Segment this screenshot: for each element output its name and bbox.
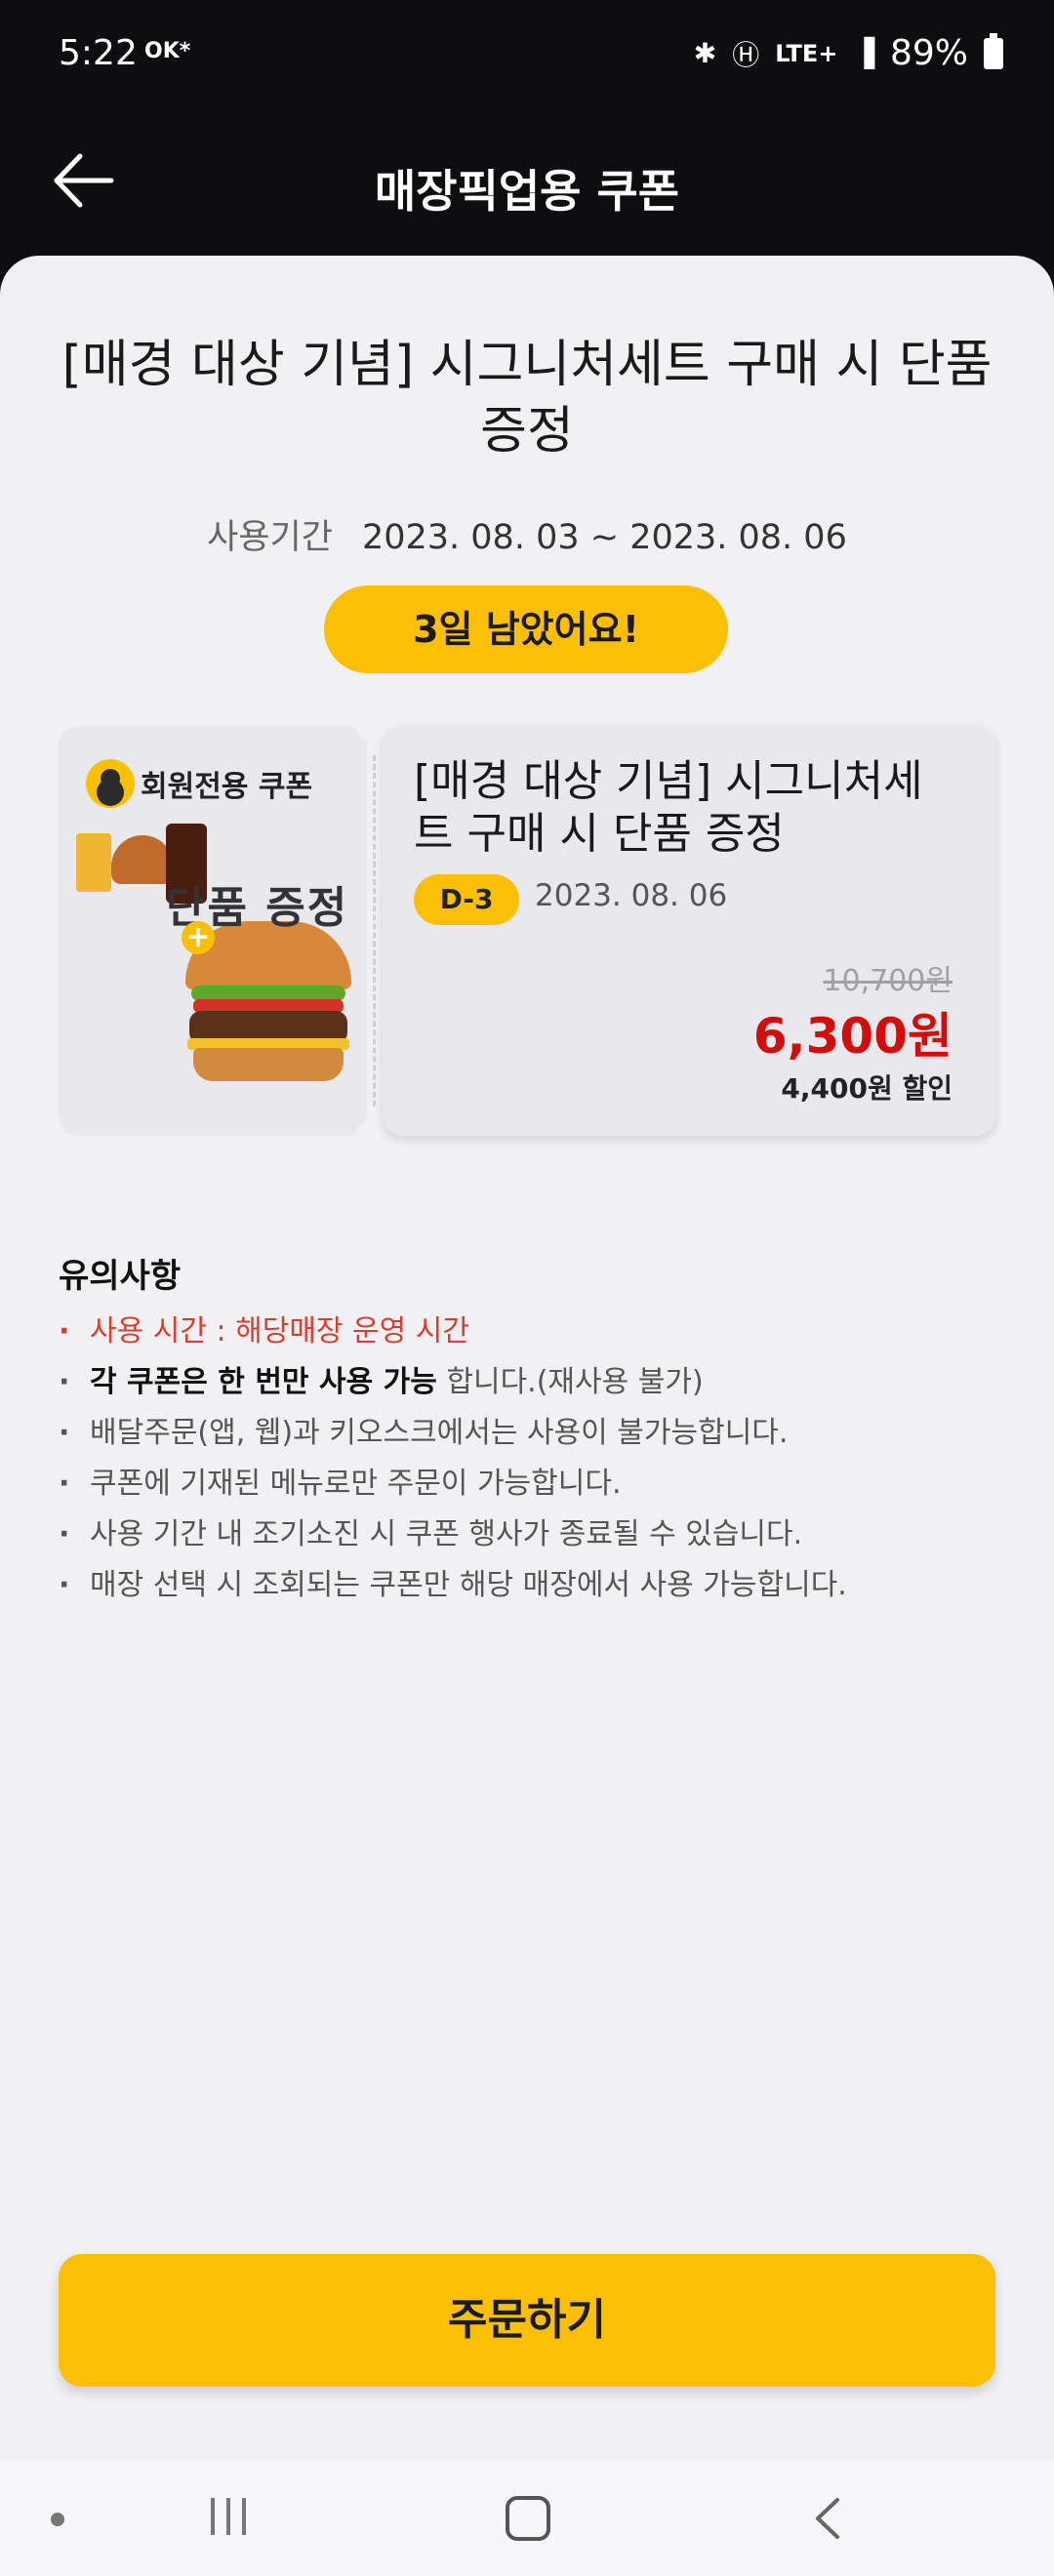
discount-amount: 4,400원 할인 <box>781 1072 953 1105</box>
bluetooth-icon: ✱ <box>693 37 717 69</box>
battery-icon <box>984 32 1003 69</box>
page-title: 매장픽업용 쿠폰 <box>374 165 680 218</box>
coupon-ticket[interactable]: 회원전용 쿠폰 단품 증정 + [매경 대상 기념] 시그니처세트 구매 시 단… <box>59 710 995 1151</box>
note-item: 사용 기간 내 조기소진 시 쿠폰 행사가 종료될 수 있습니다. <box>59 1509 995 1560</box>
sale-price: 6,300원 <box>752 1008 953 1065</box>
usage-period-value: 2023. 08. 03 ~ 2023. 08. 06 <box>361 518 847 557</box>
coupon-image-panel: 회원전용 쿠폰 단품 증정 + <box>59 726 367 1136</box>
notes-title: 유의사항 <box>59 1257 182 1296</box>
dday-badge: D-3 <box>414 874 519 925</box>
battery-percent: 89% <box>889 33 968 73</box>
ticket-divider <box>373 755 376 1107</box>
signal-icon: ▐ <box>853 37 874 69</box>
coupon-info-panel: [매경 대상 기념] 시그니처세트 구매 시 단품 증정 D-3 2023. 0… <box>383 726 995 1136</box>
usage-period: 사용기간 2023. 08. 03 ~ 2023. 08. 06 <box>0 509 1054 559</box>
status-icons: ✱ Ⓗ LTE+ ▐ 89% <box>693 32 1003 73</box>
system-nav-bar <box>0 2461 1054 2576</box>
plus-icon: + <box>182 921 215 954</box>
coupon-name: [매경 대상 기념] 시그니처세트 구매 시 단품 증정 <box>414 756 923 859</box>
hd-icon: Ⓗ <box>732 38 760 71</box>
member-only-label: 회원전용 쿠폰 <box>141 770 313 804</box>
member-only-badge: 회원전용 쿠폰 <box>86 759 312 808</box>
status-time: 5:22 <box>59 33 138 73</box>
network-label: LTE+ <box>775 39 838 67</box>
original-price: 10,700원 <box>823 964 953 998</box>
recent-apps-icon[interactable] <box>209 2498 248 2537</box>
carrier-label: OK* <box>144 39 191 63</box>
note-item: 배달주문(앱, 웹)과 키오스크에서는 사용이 불가능합니다. <box>59 1408 995 1459</box>
fries-image <box>76 833 111 892</box>
nav-back-icon[interactable] <box>808 2494 847 2543</box>
notes-section: 유의사항 사용 시간 : 해당매장 운영 시간 각 쿠폰은 한 번만 사용 가능… <box>59 1249 995 1611</box>
order-button[interactable]: 주문하기 <box>59 2254 995 2387</box>
nav-dot-icon <box>51 2513 64 2526</box>
note-item: 쿠폰에 기재된 메뉴로만 주문이 가능합니다. <box>59 1459 995 1509</box>
app-header: 매장픽업용 쿠폰 <box>0 117 1054 254</box>
coupon-title: [매경 대상 기념] 시그니처세트 구매 시 단품 증정 <box>61 336 993 461</box>
usage-period-label: 사용기간 <box>207 518 333 557</box>
expiry-date: 2023. 08. 06 <box>535 878 728 913</box>
remaining-days-badge: 3일 남았어요! <box>324 585 728 673</box>
note-item: 사용 시간 : 해당매장 운영 시간 <box>59 1307 995 1357</box>
home-icon[interactable] <box>506 2496 550 2541</box>
set-burger-image <box>111 835 174 884</box>
member-icon <box>86 759 135 808</box>
note-item: 각 쿠폰은 한 번만 사용 가능 합니다.(재사용 불가) <box>59 1357 995 1408</box>
status-bar: 5:22 OK* ✱ Ⓗ LTE+ ▐ 89% <box>0 0 1054 117</box>
note-item: 매장 선택 시 조회되는 쿠폰만 해당 매장에서 사용 가능합니다. <box>59 1560 995 1611</box>
